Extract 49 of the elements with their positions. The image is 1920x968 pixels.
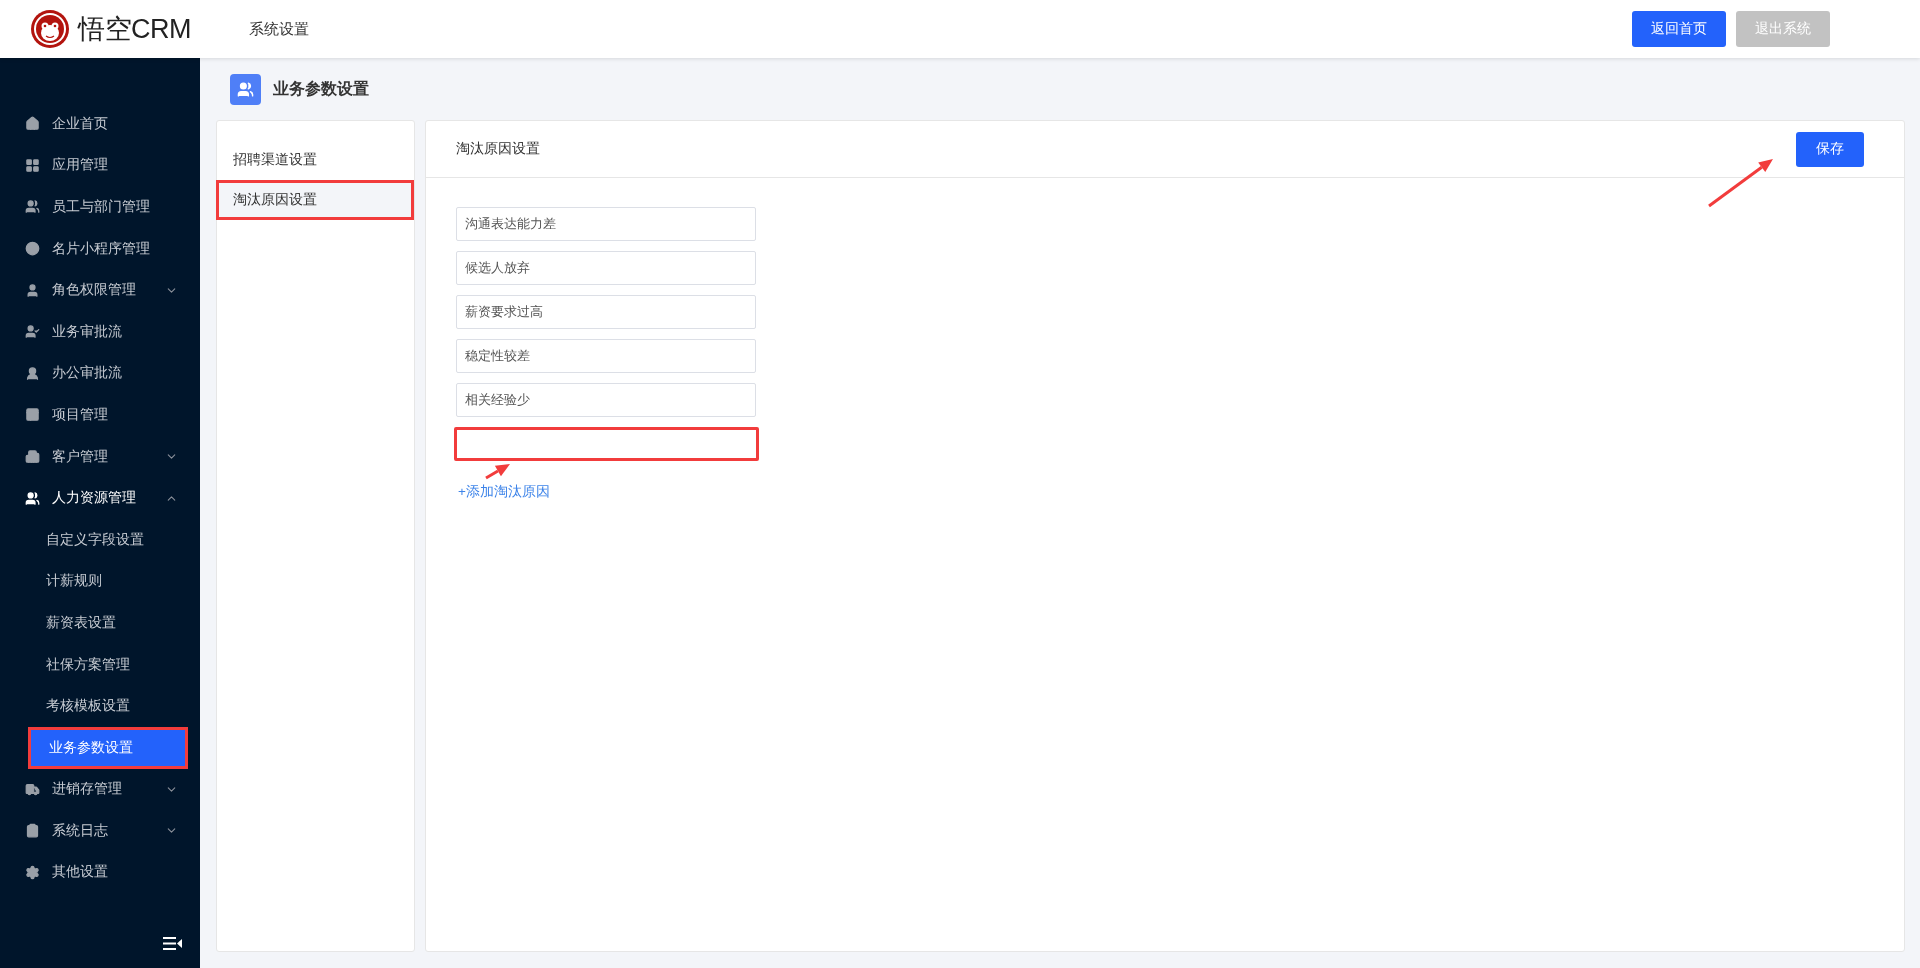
- truck-icon: [25, 781, 40, 797]
- sidebar-item[interactable]: 人力资源管理: [0, 477, 200, 519]
- user-check-icon: [25, 324, 40, 340]
- brand-name: 悟空CRM: [78, 13, 191, 46]
- reason-input-field[interactable]: [454, 427, 759, 461]
- reason-input-field[interactable]: 候选人放弃: [456, 251, 756, 285]
- grid-icon: [25, 157, 40, 173]
- clipboard-icon: [25, 823, 40, 839]
- reason-input-field[interactable]: 相关经验少: [456, 383, 756, 417]
- settings-menu-item[interactable]: 淘汰原因设置: [216, 180, 414, 220]
- monkey-logo-icon: [30, 9, 70, 49]
- reason-input-field[interactable]: 薪资要求过高: [456, 295, 756, 329]
- page-title: 业务参数设置: [273, 78, 369, 99]
- sidebar-item[interactable]: 项目管理: [0, 394, 200, 436]
- settings-menu-item[interactable]: 招聘渠道设置: [216, 140, 414, 180]
- panel-title: 淘汰原因设置: [456, 140, 540, 158]
- reason-input-field[interactable]: 稳定性较差: [456, 339, 756, 373]
- sidebar-subitem[interactable]: 业务参数设置: [28, 726, 188, 769]
- sidebar-item[interactable]: 员工与部门管理: [0, 186, 200, 228]
- sidebar-item[interactable]: 办公审批流: [0, 352, 200, 395]
- arrow-annotation: [485, 464, 510, 480]
- users-icon: [25, 199, 40, 215]
- user-icon: [25, 282, 40, 298]
- sidebar-item[interactable]: 其他设置: [0, 851, 200, 894]
- sidebar-subitem[interactable]: 计薪规则: [0, 560, 200, 603]
- sidebar-subitem[interactable]: 社保方案管理: [0, 643, 200, 686]
- home-button[interactable]: 返回首页: [1632, 11, 1726, 47]
- add-reason-link[interactable]: +添加淘汰原因: [458, 483, 550, 501]
- sidebar-item[interactable]: 名片小程序管理: [0, 227, 200, 270]
- menu-collapse-icon[interactable]: [163, 936, 182, 950]
- user-icon: [25, 365, 40, 381]
- reason-input-field[interactable]: 沟通表达能力差: [456, 207, 756, 241]
- sidebar-subitem[interactable]: 自定义字段设置: [0, 518, 200, 561]
- sidebar-item[interactable]: 进销存管理: [0, 768, 200, 811]
- sidebar-item[interactable]: 业务审批流: [0, 310, 200, 353]
- section-title: 系统设置: [249, 19, 309, 39]
- save-button[interactable]: 保存: [1796, 131, 1864, 167]
- users-icon: [230, 73, 261, 105]
- sidebar-item[interactable]: 企业首页: [0, 103, 200, 145]
- home-icon: [25, 116, 40, 132]
- sidebar-subitem[interactable]: 考核模板设置: [0, 685, 200, 727]
- arrow-annotation: [1708, 159, 1773, 208]
- sidebar-item[interactable]: 应用管理: [0, 144, 200, 187]
- sidebar-item[interactable]: 客户管理: [0, 435, 200, 478]
- settings-icon: [25, 865, 40, 880]
- sidebar-subitem[interactable]: 薪资表设置: [0, 602, 200, 644]
- users-icon: [25, 490, 40, 506]
- sidebar-item[interactable]: 角色权限管理: [0, 269, 200, 311]
- sidebar-item[interactable]: 系统日志: [0, 810, 200, 852]
